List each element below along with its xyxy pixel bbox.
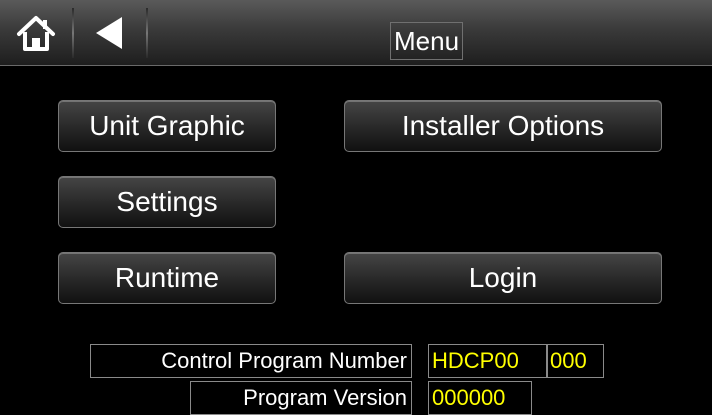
back-arrow-icon (96, 17, 122, 49)
control-program-number-label: Control Program Number (90, 344, 412, 378)
unit-graphic-button[interactable]: Unit Graphic (58, 100, 276, 152)
top-bar: Menu (0, 0, 712, 66)
installer-options-button[interactable]: Installer Options (344, 100, 662, 152)
control-program-number-suffix: 000 (546, 344, 604, 378)
separator (146, 8, 148, 58)
settings-button[interactable]: Settings (58, 176, 276, 228)
program-version-label: Program Version (190, 381, 412, 415)
program-version-value: 000000 (428, 381, 532, 415)
back-button[interactable] (74, 0, 146, 66)
login-button[interactable]: Login (344, 252, 662, 304)
control-program-number-prefix: HDCP00 (428, 344, 548, 378)
home-button[interactable] (0, 0, 72, 66)
runtime-button[interactable]: Runtime (58, 252, 276, 304)
home-icon (17, 16, 55, 51)
page-title: Menu (390, 22, 464, 60)
